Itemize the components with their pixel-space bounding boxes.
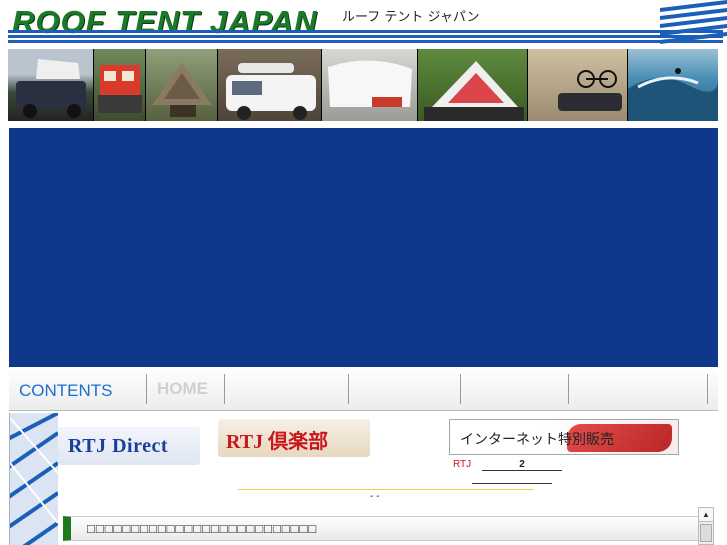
- nav-item-blank-2[interactable]: [348, 373, 460, 404]
- rtj-club-banner[interactable]: RTJ 倶楽部: [218, 419, 370, 457]
- photo-bicycle-on-roof: [528, 49, 628, 121]
- photo-green-roof-tent: [418, 49, 528, 121]
- nav-item-blank-1[interactable]: [224, 373, 348, 404]
- photo-thatched-house: [146, 49, 218, 121]
- diagonal-stripes-decoration: [10, 413, 58, 545]
- nav-item-blank-4[interactable]: [568, 373, 708, 404]
- scroll-up-arrow-icon[interactable]: ▲: [699, 508, 713, 522]
- yellow-divider: [238, 489, 534, 490]
- notice-bar: □□□□□□□□□□□□□□□□□□□□□□□□□□: [63, 516, 699, 541]
- main-nav: CONTENTS HOME: [9, 367, 718, 411]
- header-stripes: [8, 30, 723, 48]
- line-number: 2: [482, 459, 562, 471]
- photo-red-roof-tent: [94, 49, 146, 121]
- corner-stripes-decoration: [660, 0, 727, 44]
- main-banner: [9, 128, 718, 367]
- photo-white-car-roof-box: [218, 49, 322, 121]
- internet-sale-label: インターネット特別販売: [460, 431, 614, 447]
- scroll-thumb[interactable]: [700, 524, 712, 542]
- photo-strip: [8, 49, 718, 121]
- photo-suv-with-roof-tent: [8, 49, 94, 121]
- rtj-direct-banner[interactable]: RTJ Direct: [58, 427, 200, 465]
- nav-contents-label: CONTENTS: [19, 380, 113, 400]
- nav-home[interactable]: HOME: [146, 373, 224, 404]
- dash-separator: - -: [370, 491, 380, 502]
- rtj-short-label: RTJ: [453, 459, 472, 470]
- content-scrollbar[interactable]: ▲: [698, 507, 714, 545]
- photo-white-roof-tent: [322, 49, 418, 121]
- content-area: RTJ Direct RTJ 倶楽部 インターネット特別販売 RTJ 2 - -…: [9, 413, 718, 545]
- nav-item-blank-3[interactable]: [460, 373, 568, 404]
- internet-sale-banner[interactable]: インターネット特別販売: [449, 419, 679, 455]
- logo-kana-subtitle: ルーフ テント ジャパン: [342, 10, 480, 25]
- photo-surfer-wave: [628, 49, 718, 121]
- underline-divider: [472, 483, 552, 484]
- site-header: ROOF TENT JAPAN ルーフ テント ジャパン: [0, 0, 727, 50]
